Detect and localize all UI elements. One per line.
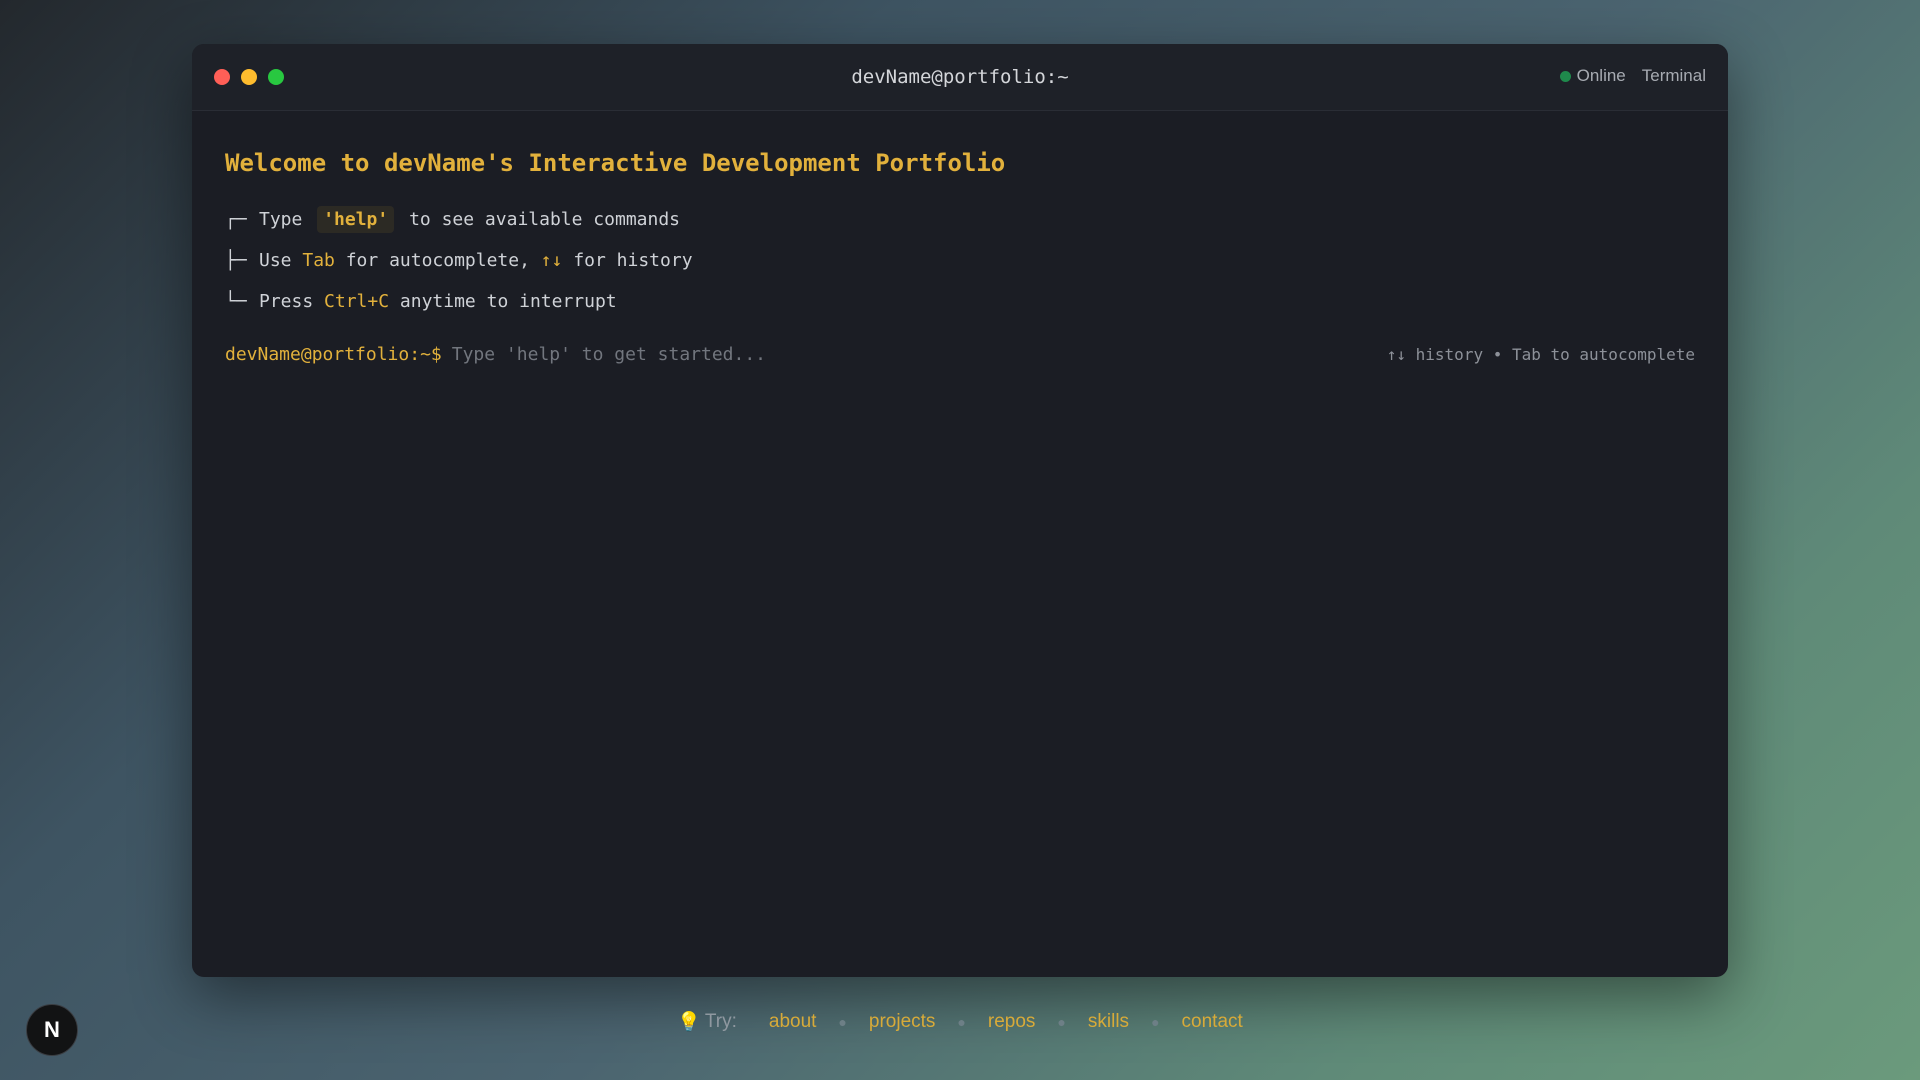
tree-prefix: └─ [225, 291, 247, 312]
tree-prefix: ┌─ [225, 209, 247, 230]
suggest-repos-link[interactable]: repos [988, 1011, 1036, 1033]
terminal-window: devName@portfolio:~ Online Terminal Welc… [192, 44, 1728, 977]
command-input[interactable] [451, 344, 1387, 365]
status-area: Online Terminal [1559, 66, 1706, 86]
terminal-content[interactable]: Welcome to devName's Interactive Develop… [192, 111, 1728, 365]
window-title: devName@portfolio:~ [851, 66, 1069, 88]
app-label: Terminal [1641, 66, 1706, 85]
tree-prefix: ├─ [225, 250, 247, 271]
prompt-row: devName@portfolio:~$ ↑↓ history • Tab to… [225, 344, 1695, 365]
logo-letter: N [44, 1017, 60, 1042]
status-label: Online [1576, 66, 1626, 85]
separator-dot: ● [1151, 1014, 1160, 1030]
welcome-heading: Welcome to devName's Interactive Develop… [225, 149, 1006, 177]
suggest-contact-link[interactable]: contact [1182, 1011, 1243, 1033]
tab-keyword: Tab [302, 250, 335, 271]
tip-text: to see available commands [409, 209, 681, 230]
tip-text: Press [259, 291, 314, 312]
separator-dot: ● [838, 1014, 847, 1030]
tip-text: for autocomplete, [345, 250, 530, 271]
ctrl-c-keyword: Ctrl+C [324, 291, 390, 312]
suggest-projects-link[interactable]: projects [869, 1011, 936, 1033]
online-indicator-icon [1559, 70, 1571, 82]
suggest-skills-link[interactable]: skills [1088, 1011, 1129, 1033]
separator-dot: ● [957, 1014, 966, 1030]
title-bar: devName@portfolio:~ Online Terminal [192, 44, 1728, 111]
tip-line-help: ┌─ Type 'help' to see available commands [225, 199, 1695, 240]
suggest-about-link[interactable]: about [769, 1011, 817, 1033]
separator-dot: ● [1057, 1014, 1066, 1030]
arrows-keyword: ↑↓ [540, 250, 563, 271]
tip-text: Use [259, 250, 292, 271]
help-keyword: 'help' [317, 206, 395, 233]
tip-text: for history [573, 250, 693, 271]
lightbulb-icon: 💡 [677, 1012, 701, 1033]
nextjs-logo-icon[interactable]: N [26, 1004, 78, 1056]
tip-line-interrupt: └─ Press Ctrl+C anytime to interrupt [225, 281, 1695, 322]
tip-text: Type [259, 209, 303, 230]
try-label: Try: [704, 1011, 737, 1032]
command-suggestions: 💡 Try: about ● projects ● repos ● skills… [0, 1010, 1920, 1034]
tip-text: anytime to interrupt [399, 291, 617, 312]
tip-line-tab: ├─ Use Tab for autocomplete, ↑↓ for hist… [225, 240, 1695, 281]
shell-prompt: devName@portfolio:~$ [225, 344, 442, 365]
keyboard-hint: ↑↓ history • Tab to autocomplete [1386, 345, 1695, 364]
